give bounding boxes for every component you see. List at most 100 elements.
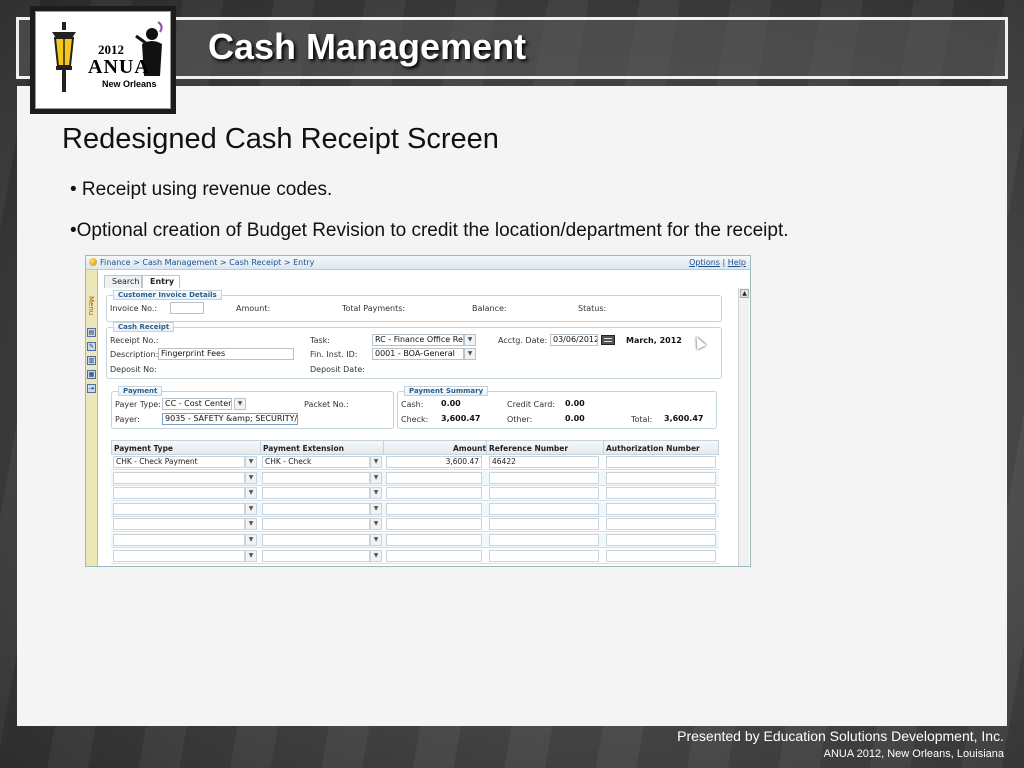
balance-label: Balance:	[472, 304, 507, 313]
chevron-down-icon[interactable]: ▼	[370, 471, 382, 484]
authorization-number-cell[interactable]	[606, 534, 716, 546]
payer-type-select[interactable]: CC - Cost Center	[162, 398, 232, 410]
slide-heading: Redesigned Cash Receipt Screen	[62, 123, 499, 155]
task-dropdown-icon[interactable]: ▼	[464, 334, 476, 346]
cash-value: 0.00	[441, 399, 461, 408]
amount-cell[interactable]	[386, 549, 482, 562]
calendar-icon[interactable]	[601, 335, 615, 345]
fin-inst-dropdown-icon[interactable]: ▼	[464, 348, 476, 360]
credit-card-value: 0.00	[565, 399, 585, 408]
amount-cell[interactable]: 3,600.47	[386, 456, 482, 468]
task-select[interactable]: RC - Finance Office Rec	[372, 334, 464, 346]
report-icon[interactable]: ▥	[87, 356, 96, 365]
description-label: Description:	[110, 350, 159, 359]
payment-extension-cell[interactable]	[262, 487, 370, 500]
edit-icon[interactable]: ✎	[87, 342, 96, 351]
authorization-number-cell[interactable]	[606, 549, 716, 562]
chevron-down-icon[interactable]: ▼	[245, 456, 257, 468]
reference-number-cell[interactable]	[489, 471, 599, 484]
chevron-down-icon[interactable]: ▼	[370, 456, 382, 468]
payment-type-cell[interactable]	[113, 549, 245, 562]
chevron-down-icon[interactable]: ▼	[245, 487, 257, 500]
vertical-scrollbar[interactable]: ▲	[738, 288, 749, 566]
col-reference-number[interactable]: Reference Number	[489, 444, 568, 453]
col-payment-type[interactable]: Payment Type	[114, 444, 173, 453]
payment-type-cell[interactable]	[113, 471, 245, 484]
packet-no-label: Packet No.:	[304, 400, 349, 409]
deposit-no-label: Deposit No:	[110, 365, 157, 374]
description-input[interactable]: Fingerprint Fees	[158, 348, 294, 360]
reference-number-cell[interactable]	[489, 502, 599, 515]
footer-event: ANUA 2012, New Orleans, Louisiana	[823, 748, 1004, 760]
reference-number-cell[interactable]	[489, 487, 599, 500]
table-row: ▼ ▼	[111, 501, 719, 517]
help-link[interactable]: Help	[728, 258, 746, 267]
side-menu-label[interactable]: Menu	[87, 296, 95, 315]
payment-type-cell[interactable]: CHK - Check Payment	[113, 456, 245, 468]
chevron-down-icon[interactable]: ▼	[370, 487, 382, 500]
reference-number-cell[interactable]: 46422	[489, 456, 599, 468]
payer-input[interactable]: 9035 - SAFETY &amp; SECURITY/S	[162, 413, 298, 425]
reference-number-cell[interactable]	[489, 534, 599, 546]
table-row: ▼ ▼	[111, 486, 719, 502]
payment-type-cell[interactable]	[113, 518, 245, 531]
side-menu[interactable]: Menu ▤ ✎ ▥ ▦ ⇥	[86, 270, 98, 566]
logo-frame: 2012 ANUA New Orleans	[35, 11, 171, 109]
authorization-number-cell[interactable]	[606, 487, 716, 500]
chevron-down-icon[interactable]: ▼	[245, 471, 257, 484]
breadcrumb[interactable]: Finance > Cash Management > Cash Receipt…	[100, 258, 314, 267]
app-breadcrumb-bar: Finance > Cash Management > Cash Receipt…	[86, 256, 750, 270]
authorization-number-cell[interactable]	[606, 518, 716, 531]
total-value: 3,600.47	[664, 414, 704, 423]
authorization-number-cell[interactable]	[606, 456, 716, 468]
chevron-down-icon[interactable]: ▼	[245, 518, 257, 531]
reference-number-cell[interactable]	[489, 518, 599, 531]
amount-cell[interactable]	[386, 502, 482, 515]
logo-city: New Orleans	[102, 79, 157, 89]
payment-extension-cell[interactable]	[262, 549, 370, 562]
credit-card-label: Credit Card:	[507, 400, 556, 409]
tab-entry[interactable]: Entry	[142, 275, 180, 288]
task-label: Task:	[310, 336, 330, 345]
chevron-down-icon[interactable]: ▼	[370, 518, 382, 531]
amount-cell[interactable]	[386, 518, 482, 531]
tab-search[interactable]: Search	[104, 275, 142, 288]
fin-inst-label: Fin. Inst. ID:	[310, 350, 358, 359]
payment-type-cell[interactable]	[113, 534, 245, 546]
acctg-date-input[interactable]: 03/06/2012	[550, 334, 598, 346]
bullet-budget-revision: •Optional creation of Budget Revision to…	[70, 220, 789, 241]
print-icon[interactable]: ▤	[87, 328, 96, 337]
amount-cell[interactable]	[386, 487, 482, 500]
payment-type-cell[interactable]	[113, 487, 245, 500]
authorization-number-cell[interactable]	[606, 471, 716, 484]
receipt-no-label: Receipt No.:	[110, 336, 159, 345]
amount-cell[interactable]	[386, 534, 482, 546]
payer-type-dropdown-icon[interactable]: ▼	[234, 398, 246, 410]
invoice-no-input[interactable]	[170, 302, 204, 314]
footer-presenter: Presented by Education Solutions Develop…	[677, 728, 1004, 744]
col-payment-extension[interactable]: Payment Extension	[263, 444, 344, 453]
payment-extension-cell[interactable]: CHK - Check	[262, 456, 370, 468]
chevron-down-icon[interactable]: ▼	[370, 502, 382, 515]
calculator-icon[interactable]: ▦	[87, 370, 96, 379]
scroll-up-arrow-icon[interactable]: ▲	[740, 289, 749, 298]
chevron-down-icon[interactable]: ▼	[370, 534, 382, 546]
chevron-down-icon[interactable]: ▼	[245, 502, 257, 515]
export-icon[interactable]: ⇥	[87, 384, 96, 393]
grid-header: Payment Type Payment Extension Amount Re…	[111, 440, 719, 455]
payment-extension-cell[interactable]	[262, 502, 370, 515]
payment-extension-cell[interactable]	[262, 471, 370, 484]
chevron-down-icon[interactable]: ▼	[370, 549, 382, 562]
col-amount[interactable]: Amount	[453, 444, 486, 453]
payment-extension-cell[interactable]	[262, 534, 370, 546]
fin-inst-select[interactable]: 0001 - BOA-General	[372, 348, 464, 360]
col-authorization-number[interactable]: Authorization Number	[606, 444, 700, 453]
payment-extension-cell[interactable]	[262, 518, 370, 531]
reference-number-cell[interactable]	[489, 549, 599, 562]
authorization-number-cell[interactable]	[606, 502, 716, 515]
chevron-down-icon[interactable]: ▼	[245, 534, 257, 546]
payment-type-cell[interactable]	[113, 502, 245, 515]
amount-cell[interactable]	[386, 471, 482, 484]
chevron-down-icon[interactable]: ▼	[245, 549, 257, 562]
options-link[interactable]: Options	[689, 258, 720, 267]
